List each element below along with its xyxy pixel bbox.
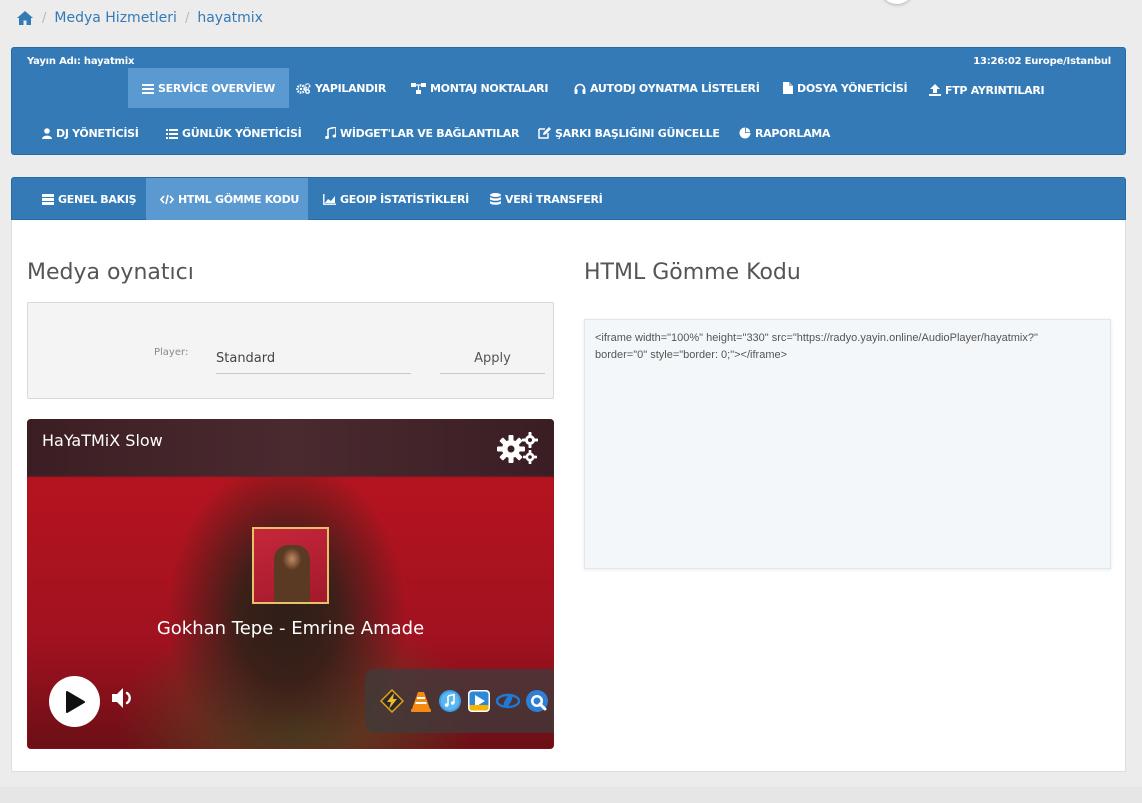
nav-autodj-playlists[interactable]: AUTODJ OYNATMA LİSTELERİ [560, 68, 774, 108]
nav-log-manager[interactable]: GÜNLÜK YÖNETİCİSİ [152, 113, 315, 153]
breadcrumb: / Medya Hizmetleri / hayatmix [16, 8, 263, 28]
nav-service-overview[interactable]: SERVİCE OVERVİEW [128, 68, 289, 108]
nav-dj-manager[interactable]: DJ YÖNETİCİSİ [28, 113, 153, 153]
server-icon [42, 193, 54, 205]
tab-label: VERİ TRANSFERİ [505, 192, 603, 206]
page-footer-strip [0, 787, 1142, 803]
nav-ftp-details[interactable]: FTP AYRINTILARI [915, 70, 1058, 110]
database-icon [490, 193, 501, 205]
player-settings-box: Player: Standard Apply [27, 302, 554, 399]
home-icon[interactable] [16, 10, 34, 26]
list-icon [142, 83, 154, 94]
breadcrumb-separator: / [42, 10, 47, 26]
main-nav-panel: Yayın Adı: hayatmix 13:26:02 Europe/Ista… [11, 47, 1126, 155]
nav-reporting[interactable]: RAPORLAMA [725, 113, 844, 153]
media-player-preview: HaYaTMiX Slow Gokhan Tepe - Emrine Amade [27, 419, 554, 749]
play-button[interactable] [49, 676, 100, 727]
vlc-icon[interactable] [409, 689, 433, 713]
embed-code-line: border="0" style="border: 0;"></iframe> [595, 349, 788, 361]
winamp-icon[interactable] [380, 689, 404, 713]
cogs-icon [296, 82, 311, 94]
nav-label: RAPORLAMA [755, 126, 831, 140]
top-avatar-edge [880, 0, 914, 4]
station-name: HaYaTMiX Slow [42, 431, 163, 450]
list-icon [166, 128, 178, 139]
media-player-icon[interactable] [467, 689, 491, 713]
edit-icon [538, 127, 551, 139]
stream-name-label: Yayın Adı: hayatmix [27, 56, 135, 67]
nav-file-manager[interactable]: DOSYA YÖNETİCİSİ [769, 68, 921, 108]
tab-label: HTML GÖMME KODU [178, 192, 300, 206]
nav-label: ŞARKI BAŞLIĞINI GÜNCELLE [555, 126, 720, 140]
tab-label: GENEL BAKIŞ [58, 192, 137, 206]
nav-configure[interactable]: YAPILANDIR [282, 68, 400, 108]
itunes-icon[interactable] [438, 689, 462, 713]
album-cover-portrait [274, 545, 310, 602]
volume-icon[interactable] [111, 686, 139, 710]
nav-label: DOSYA YÖNETİCİSİ [797, 81, 908, 95]
nav-label: SERVİCE OVERVİEW [158, 81, 275, 95]
quicktime-icon[interactable] [525, 689, 549, 713]
now-playing-track: Gokhan Tepe - Emrine Amade [156, 618, 425, 639]
player-label: Player: [154, 347, 189, 358]
nav-label: WİDGET'LAR VE BAĞLANTILAR [340, 126, 520, 140]
headphones-icon [574, 83, 586, 94]
music-icon [325, 127, 336, 139]
external-players-bar [365, 669, 554, 733]
play-icon [65, 690, 85, 713]
realplayer-icon[interactable] [496, 689, 520, 713]
sub-nav-panel: GENEL BAKIŞ HTML GÖMME KODU GEOIP İSTATİ… [11, 177, 1126, 220]
nav-label: YAPILANDIR [315, 81, 387, 95]
tab-geoip-stats[interactable]: GEOIP İSTATİSTİKLERİ [309, 178, 483, 220]
nav-label: GÜNLÜK YÖNETİCİSİ [182, 126, 302, 140]
tab-data-transfer[interactable]: VERİ TRANSFERİ [476, 178, 616, 220]
embed-code-textarea[interactable]: <iframe width="100%" height="330" src="h… [584, 319, 1111, 569]
upload-icon [929, 84, 941, 96]
file-icon [783, 82, 793, 94]
nav-label: AUTODJ OYNATMA LİSTELERİ [590, 81, 760, 95]
media-player-title: Medya oynatıcı [27, 260, 194, 285]
pie-chart-icon [739, 127, 751, 139]
player-select[interactable]: Standard [216, 343, 411, 374]
nav-label: MONTAJ NOKTALARI [430, 81, 549, 95]
tab-label: GEOIP İSTATİSTİKLERİ [340, 192, 469, 206]
tab-overview[interactable]: GENEL BAKIŞ [28, 178, 150, 220]
area-chart-icon [323, 193, 336, 205]
nav-update-song-title[interactable]: ŞARKI BAŞLIĞINI GÜNCELLE [524, 113, 734, 153]
sitemap-icon [411, 82, 426, 94]
breadcrumb-separator: / [184, 10, 190, 26]
nav-widgets-links[interactable]: WİDGET'LAR VE BAĞLANTILAR [311, 113, 533, 153]
server-time: 13:26:02 Europe/Istanbul [973, 56, 1111, 67]
settings-gear-icon[interactable] [497, 431, 539, 465]
code-icon [160, 194, 174, 204]
apply-button[interactable]: Apply [440, 343, 545, 374]
nav-mount-points[interactable]: MONTAJ NOKTALARI [397, 68, 562, 108]
embed-code-line: <iframe width="100%" height="330" src="h… [595, 332, 1038, 344]
embed-code-title: HTML Gömme Kodu [584, 260, 801, 285]
breadcrumb-link-media-services[interactable]: Medya Hizmetleri [54, 10, 177, 26]
user-icon [42, 127, 52, 139]
breadcrumb-link-stream[interactable]: hayatmix [197, 10, 263, 26]
nav-label: FTP AYRINTILARI [945, 83, 1045, 97]
album-cover [252, 527, 329, 604]
tab-html-embed-code[interactable]: HTML GÖMME KODU [146, 178, 308, 220]
nav-label: DJ YÖNETİCİSİ [56, 126, 139, 140]
